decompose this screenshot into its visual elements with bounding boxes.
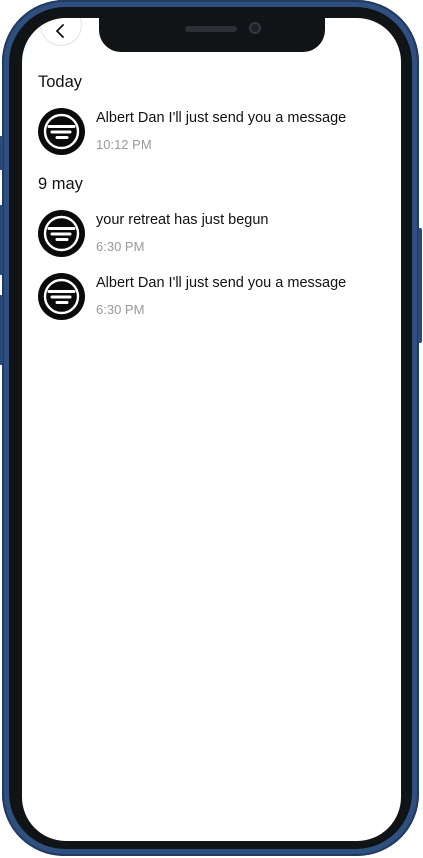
- avatar: [38, 108, 85, 155]
- phone-volume-down-button: [0, 295, 3, 365]
- phone-power-button: [418, 228, 422, 343]
- notification-time: 6:30 PM: [96, 302, 145, 317]
- brand-logo-icon: [43, 113, 80, 150]
- notification-time: 10:12 PM: [96, 137, 152, 152]
- phone-volume-up-button: [0, 205, 3, 275]
- notification-text: Albert Dan I'll just send you a message: [96, 275, 347, 291]
- chevron-left-icon: [56, 24, 64, 38]
- phone-side-button: [0, 136, 3, 170]
- notification-text: your retreat has just begun: [96, 212, 269, 228]
- screen: Today Albert Dan I'll just send you a me…: [22, 18, 401, 841]
- brand-logo-icon: [43, 215, 80, 252]
- brand-logo-icon: [43, 278, 80, 315]
- notification-item[interactable]: your retreat has just begun 6:30 PM: [38, 210, 388, 260]
- avatar: [38, 273, 85, 320]
- camera-icon: [249, 22, 261, 34]
- notification-item[interactable]: Albert Dan I'll just send you a message …: [38, 273, 388, 323]
- avatar: [38, 210, 85, 257]
- section-title-today: Today: [38, 73, 83, 91]
- notification-item[interactable]: Albert Dan I'll just send you a message …: [38, 108, 388, 158]
- notification-time: 6:30 PM: [96, 239, 145, 254]
- notification-text: Albert Dan I'll just send you a message: [96, 110, 347, 126]
- speaker: [185, 26, 237, 32]
- notch: [99, 18, 325, 52]
- back-button[interactable]: [40, 18, 82, 46]
- section-title-9-may: 9 may: [38, 175, 83, 193]
